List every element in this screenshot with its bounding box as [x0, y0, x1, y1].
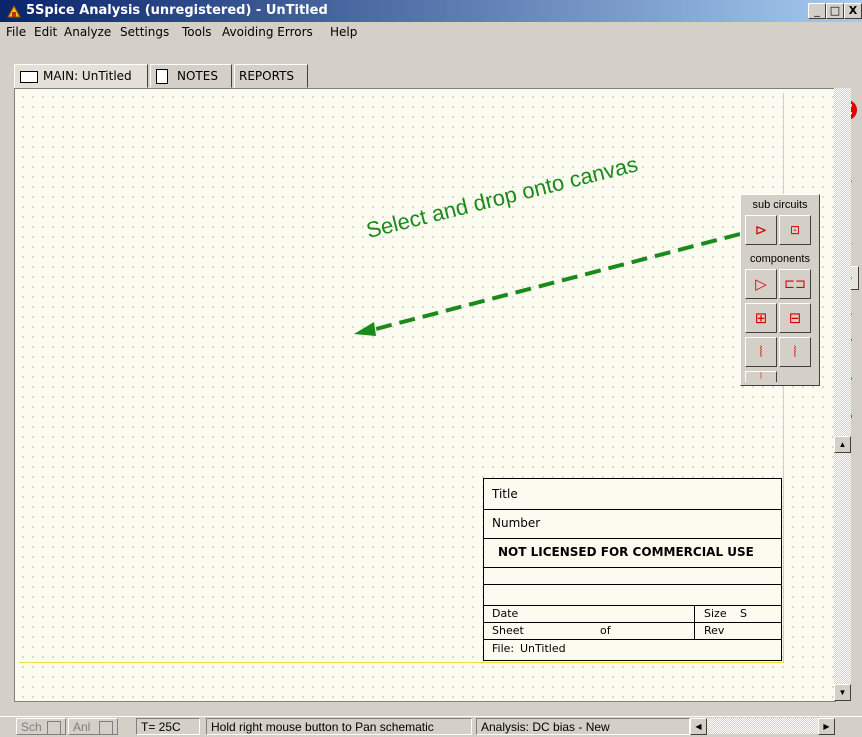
minimize-button[interactable]: _	[808, 3, 826, 19]
scroll-right-button[interactable]: ▶	[818, 718, 835, 735]
tab-main-label: MAIN: UnTitled	[43, 69, 132, 83]
relay-icon: ⊟	[788, 309, 802, 327]
horizontal-scrollbar[interactable]: ◀ ▶	[690, 718, 835, 735]
anl-button[interactable]: Anl	[68, 718, 118, 735]
schematic-icon	[20, 71, 38, 83]
file-row: File: UnTitled	[484, 640, 781, 658]
component-transformer-ct-button[interactable]: ⦚	[779, 337, 811, 367]
title-label: Title	[492, 487, 518, 501]
component-amplifier-button[interactable]: ▷	[745, 269, 777, 299]
tab-notes[interactable]: NOTES	[150, 64, 232, 88]
arrow-up-icon: ▲	[838, 440, 847, 449]
sch-label: Sch	[21, 720, 42, 734]
file-value: UnTitled	[520, 642, 566, 655]
components-label: components	[750, 253, 810, 265]
subcircuit-block-button[interactable]: ⊡	[779, 215, 811, 245]
date-label: Date	[492, 607, 519, 620]
tab-reports[interactable]: REPORTS	[234, 64, 308, 88]
license-text: NOT LICENSED FOR COMMERCIAL USE	[498, 545, 754, 559]
amplifier-icon: ▷	[755, 275, 767, 293]
sheet-label: Sheet	[492, 624, 524, 637]
app-icon	[6, 3, 22, 19]
arrow-right-icon: ▶	[823, 722, 830, 731]
switch-icon: ⊞	[754, 309, 768, 327]
menu-file[interactable]: File	[6, 25, 26, 39]
crystal-icon: ⊏⊐	[784, 276, 806, 292]
hint-field: Hold right mouse button to Pan schematic	[206, 718, 472, 735]
menu-avoiding-errors[interactable]: Avoiding Errors	[222, 25, 313, 39]
title-bar[interactable]: 5Spice Analysis (unregistered) - UnTitle…	[0, 0, 862, 22]
scroll-up-button[interactable]: ▲	[834, 436, 851, 453]
analysis-field: Analysis: DC bias - New	[476, 718, 690, 735]
temperature-field: T= 25C	[136, 718, 200, 735]
blank-row-1	[484, 568, 781, 585]
subcircuits-label: sub circuits	[752, 199, 808, 211]
rev-label: Rev	[704, 624, 725, 637]
title-row: Title	[484, 479, 781, 510]
menu-help[interactable]: Help	[330, 25, 357, 39]
menu-analyze[interactable]: Analyze	[64, 25, 111, 39]
component-coupled-inductor-button[interactable]: ⦚	[745, 371, 777, 382]
license-row: NOT LICENSED FOR COMMERCIAL USE	[484, 539, 781, 568]
sheet-row: Sheet of Rev	[484, 623, 781, 640]
tab-main[interactable]: MAIN: UnTitled	[14, 64, 148, 88]
component-switch-button[interactable]: ⊞	[745, 303, 777, 333]
component-crystal-button[interactable]: ⊏⊐	[779, 269, 811, 299]
number-row: Number	[484, 510, 781, 539]
of-label: of	[600, 624, 611, 637]
vertical-scrollbar[interactable]: ▲ ▼	[834, 88, 851, 701]
subcircuit-opamp-icon: ⊳	[754, 221, 768, 239]
arrow-left-icon: ◀	[695, 722, 702, 731]
date-row: Date Size S	[484, 606, 781, 640]
scroll-left-button[interactable]: ◀	[690, 718, 707, 735]
tab-notes-label: NOTES	[177, 69, 218, 83]
tab-reports-label: REPORTS	[239, 69, 295, 83]
subcircuit-block-icon: ⊡	[789, 223, 801, 237]
menu-edit[interactable]: Edit	[34, 25, 57, 39]
notes-icon	[156, 69, 168, 84]
menu-settings[interactable]: Settings	[120, 25, 169, 39]
component-transformer-button[interactable]: ⦚	[745, 337, 777, 367]
transformer-icon: ⦚	[759, 343, 763, 361]
save-disk-icon	[99, 721, 113, 735]
component-relay-button[interactable]: ⊟	[779, 303, 811, 333]
arrow-down-icon: ▼	[838, 688, 847, 697]
title-block: Title Number NOT LICENSED FOR COMMERCIAL…	[483, 478, 782, 661]
scroll-down-button[interactable]: ▼	[834, 684, 851, 701]
menu-bar: File Edit Analyze Settings Tools Avoidin…	[0, 22, 862, 42]
number-label: Number	[492, 516, 541, 530]
anl-label: Anl	[73, 720, 91, 734]
subcircuit-opamp-button[interactable]: ⊳	[745, 215, 777, 245]
callout-arrow	[354, 232, 741, 336]
parts-palette: sub circuits ⊳ ⊡ components ▷ ⊏⊐ ⊞ ⊟ ⦚ ⦚…	[740, 194, 820, 386]
file-label: File:	[492, 642, 515, 655]
transformer-ct-icon: ⦚	[793, 343, 797, 361]
window-title: 5Spice Analysis (unregistered) - UnTitle…	[26, 3, 328, 18]
maximize-button[interactable]: □	[826, 3, 844, 19]
size-label: Size	[704, 607, 727, 620]
menu-tools[interactable]: Tools	[182, 25, 212, 39]
sch-button[interactable]: Sch	[16, 718, 66, 735]
close-button[interactable]: X	[844, 3, 862, 19]
size-value: S	[740, 607, 747, 620]
coupled-inductor-icon: ⦚	[760, 372, 762, 382]
blank-row-2	[484, 585, 781, 606]
save-disk-icon	[47, 721, 61, 735]
